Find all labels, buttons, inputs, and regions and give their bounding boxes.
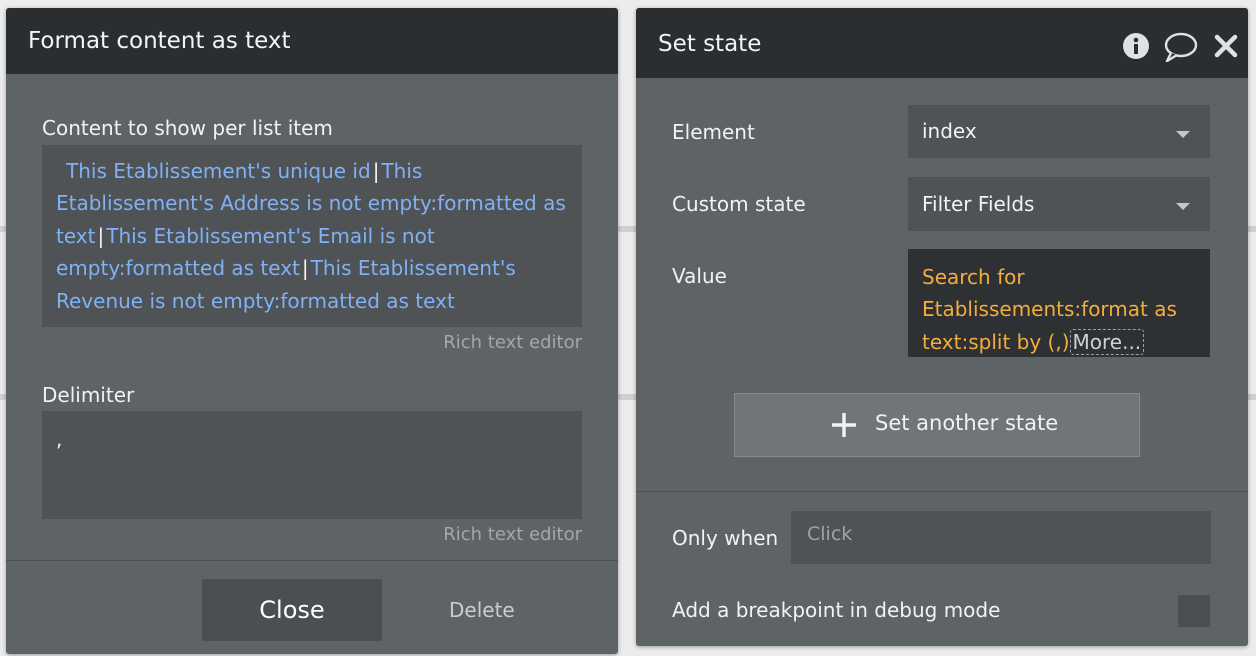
custom-state-dropdown[interactable]: Filter Fields [908,177,1210,231]
delimiter-editor[interactable]: , [42,411,582,519]
close-icon[interactable] [1214,34,1238,62]
set-state-title: Set state [658,31,762,57]
info-icon[interactable] [1122,32,1150,64]
comment-icon[interactable] [1164,32,1198,66]
rich-text-editor-link[interactable]: Rich text editor [443,524,582,545]
footer-divider [6,560,618,561]
delimiter-label: Delimiter [42,383,135,407]
delimiter-value: , [56,427,63,451]
chevron-down-icon [1176,203,1190,210]
format-panel-title: Format content as text [28,28,291,54]
only-when-placeholder: Click [807,523,853,545]
expression-unique-id[interactable]: This Etablissement's unique id [66,159,371,183]
element-label: Element [672,120,755,144]
set-state-panel: Set state Element index Custom state Fil… [636,8,1248,646]
set-another-state-label: Set another state [875,411,1059,435]
close-button[interactable]: Close [202,579,382,641]
separator: | [97,223,105,248]
custom-state-label: Custom state [672,192,806,216]
rich-text-editor-link[interactable]: Rich text editor [443,332,582,353]
format-panel-header: Format content as text [6,8,618,74]
only-when-input[interactable]: Click [791,511,1211,564]
separator: | [301,256,309,281]
content-per-item-label: Content to show per list item [42,116,333,140]
value-expression[interactable]: Search for Etablissements:format as text… [922,261,1192,357]
element-dropdown[interactable]: index [908,105,1210,158]
breakpoint-label: Add a breakpoint in debug mode [672,598,1001,622]
more-link[interactable]: More... [1069,328,1145,355]
separator: | [372,159,380,183]
custom-state-value: Filter Fields [922,192,1035,216]
set-another-state-button[interactable]: Set another state [734,393,1140,457]
plus-icon [831,412,857,443]
set-state-header: Set state [636,8,1248,78]
content-expression-editor[interactable]: This Etablissement's unique id | This Etab… [42,145,582,327]
format-as-text-panel: Format content as text Content to show p… [6,8,618,654]
breakpoint-checkbox[interactable] [1178,595,1210,627]
section-divider [636,491,1248,492]
value-expression-editor[interactable]: Search for Etablissements:format as text… [908,249,1210,357]
element-value: index [922,119,977,143]
only-when-label: Only when [672,526,779,550]
delete-button[interactable]: Delete [449,598,515,622]
content-expression[interactable]: This Etablissement's unique id | This Etab… [56,155,574,317]
value-label: Value [672,264,727,288]
chevron-down-icon [1176,131,1190,138]
